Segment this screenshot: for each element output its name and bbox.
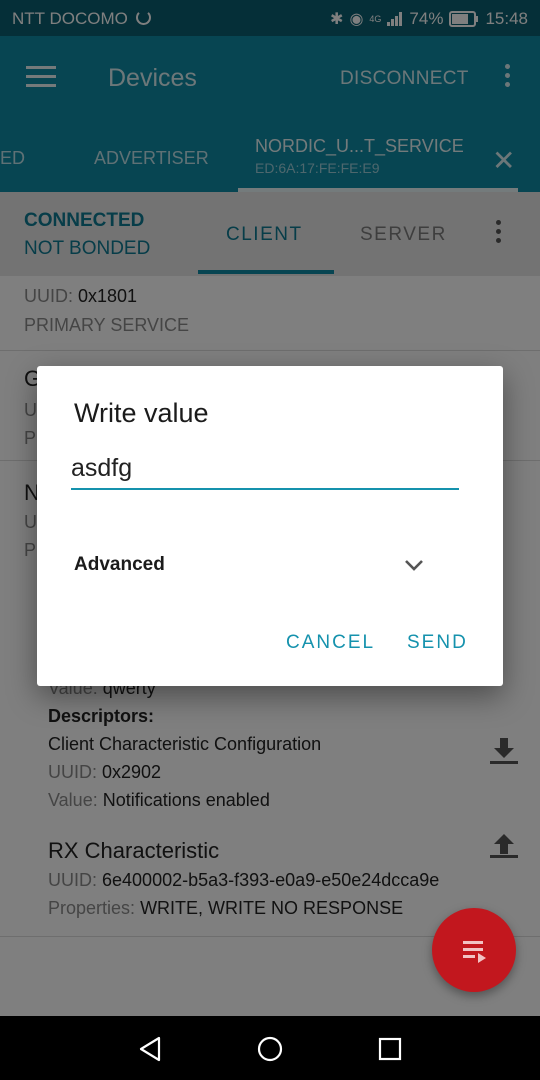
log-fab-button[interactable] [432,908,516,992]
recents-icon[interactable] [378,1037,402,1061]
chevron-down-icon[interactable] [403,554,425,576]
dialog-title: Write value [74,398,209,428]
value-input[interactable] [71,450,459,490]
navigation-bar [0,1016,540,1080]
send-button[interactable]: SEND [407,632,468,654]
home-icon[interactable] [257,1036,283,1062]
back-icon[interactable] [138,1036,162,1062]
cancel-button[interactable]: CANCEL [286,632,375,654]
write-value-dialog: Write value Advanced CANCEL SEND [37,366,503,686]
log-list-icon [463,941,486,963]
advanced-toggle-label[interactable]: Advanced [74,554,165,576]
